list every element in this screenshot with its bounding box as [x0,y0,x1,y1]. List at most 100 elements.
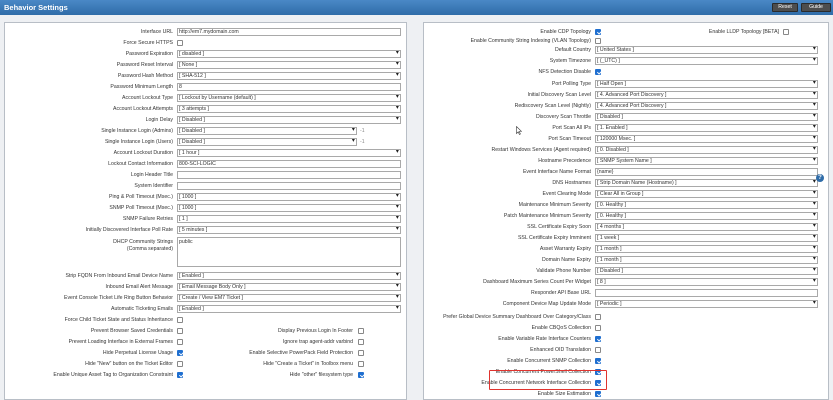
single-instance-admins-select[interactable]: [ Disabled ] [177,127,357,135]
prefer-global-summary-checkbox[interactable] [595,314,601,320]
password-reset-interval-select[interactable]: [ None ] [177,61,401,69]
default-country-select[interactable]: [ United States ] [595,46,818,54]
help-icon[interactable]: ? [816,174,824,182]
nfs-detection-disable-checkbox[interactable] [595,69,601,75]
rediscovery-scan-select[interactable]: [ 4. Advanced Port Discovery ] [595,102,818,110]
force-secure-https-checkbox[interactable] [177,40,183,46]
initial-discovery-scan-label: Initial Discovery Scan Level [527,92,591,98]
enable-variable-rate-row: Enable Variable Rate Interface Counters [424,335,828,343]
hide-new-button-checkbox[interactable] [177,361,183,367]
initial-poll-rate-row: Initially Discovered Interface Poll Rate… [5,226,405,234]
inbound-email-alert-select[interactable]: [ Email Message Body Only ] [177,283,401,291]
ignore-trap-agent-checkbox[interactable] [358,339,364,345]
hide-create-ticket-checkbox[interactable] [358,361,364,367]
auto-ticketing-emails-label: Automatic Ticketing Emails [111,306,173,312]
dhcp-community-textarea[interactable]: public [177,237,401,267]
snmp-failure-retries-select[interactable]: [ 1 ] [177,215,401,223]
port-polling-type-select[interactable]: [ Half Open ] [595,80,818,88]
ssl-expiry-imminent-select[interactable]: [ 1 week ] [595,234,818,242]
patch-maintenance-severity-select[interactable]: [ 0. Healthy ] [595,212,818,220]
dns-hostnames-select[interactable]: [ Strip Domain Name (Hostname) ] [595,179,818,187]
enhanced-oid-checkbox[interactable] [595,347,601,353]
system-identifier-label: System Identifier [134,183,173,189]
responder-api-base-url-input[interactable] [595,289,818,297]
enable-concurrent-snmp-label: Enable Concurrent SNMP Collection [507,358,591,364]
interface-url-input[interactable]: http://em7.mydomain.com [177,28,401,36]
hide-other-filesystem-label: Hide "other" filesystem type [289,372,353,378]
login-delay-row: Login Delay [ Disabled ] [5,116,405,124]
lockout-contact-input[interactable]: 800-SCI-LOGIC [177,160,401,168]
port-scan-all-ips-select[interactable]: [ 1. Enabled ] [595,124,818,132]
dashboard-max-series-select[interactable]: [ 8 ] [595,278,818,286]
ping-poll-timeout-select[interactable]: [ 1000 ] [177,193,401,201]
maintenance-min-severity-select[interactable]: [ 0. Healthy ] [595,201,818,209]
login-delay-select[interactable]: [ Disabled ] [177,116,401,124]
hide-perpetual-license-checkbox[interactable] [177,350,183,356]
login-delay-label: Login Delay [145,117,173,123]
account-lockout-type-select[interactable]: [ Lockout by Username (default) ] [177,94,401,102]
password-hash-method-label: Password Hash Method [117,73,173,79]
auto-ticketing-emails-row: Automatic Ticketing Emails [ Enabled ] [5,305,405,313]
discovery-scan-throttle-select[interactable]: [ Disabled ] [595,113,818,121]
initial-discovery-scan-select[interactable]: [ 4. Advanced Port Discovery ] [595,91,818,99]
restart-windows-services-select[interactable]: [ 0. Disabled ] [595,146,818,154]
hostname-precedence-select[interactable]: [ SNMP System Name ] [595,157,818,165]
dashboard-max-series-row: Dashboard Maximum Series Count Per Widge… [424,278,828,286]
prevent-login-external-checkbox[interactable] [177,339,183,345]
domain-name-expiry-select[interactable]: [ 1 month ] [595,256,818,264]
validate-phone-select[interactable]: [ Disabled ] [595,267,818,275]
strip-fqdn-row: Strip FQDN From Inbound Email Device Nam… [5,272,405,280]
hide-create-ticket-label: Hide "Create a Ticket" in Toolbox menu [263,361,353,367]
maintenance-min-severity-label: Maintenance Minimum Severity [518,202,591,208]
prevent-browser-credentials-checkbox[interactable] [177,328,183,334]
domain-name-expiry-label: Domain Name Expiry [541,257,591,263]
reset-button[interactable]: Reset [772,3,798,12]
interface-url-label: Interface URL [140,29,173,35]
enable-unique-asset-label: Enable Unique Asset Tag to Organization … [53,372,173,378]
account-lockout-duration-select[interactable]: [ 1 hour ] [177,149,401,157]
ssl-expiry-soon-select[interactable]: [ 4 months ] [595,223,818,231]
enable-community-vlan-checkbox[interactable] [595,38,601,44]
snmp-poll-timeout-select[interactable]: [ 1000 ] [177,204,401,212]
system-identifier-input[interactable] [177,182,401,190]
system-timezone-label: System Timezone [549,58,591,64]
single-instance-users-select[interactable]: [ Disabled ] [177,138,357,146]
system-timezone-select[interactable]: [ (_UTC) ] [595,57,818,65]
login-header-title-input[interactable] [177,171,401,179]
enable-cbqos-checkbox[interactable] [595,325,601,331]
password-hash-method-select[interactable]: [ SHA-512 ] [177,72,401,80]
force-child-ticket-checkbox[interactable] [177,317,183,323]
single-instance-users-suffix: -1 [360,139,365,145]
enable-lldp-checkbox[interactable] [783,29,789,35]
event-interface-name-format-label: Event Interface Name Format [522,169,591,175]
event-clearing-mode-select[interactable]: [ Clear All in Group ] [595,190,818,198]
event-console-ticket-select[interactable]: [ Create / View EM7 Ticket ] [177,294,401,302]
maintenance-min-severity-row: Maintenance Minimum Severity [ 0. Health… [424,201,828,209]
inbound-email-alert-label: Inbound Email Alert Message [105,284,173,290]
event-interface-name-format-input[interactable]: {name} [595,168,818,176]
enable-size-estimation-checkbox[interactable] [595,391,601,397]
component-map-update-select[interactable]: [ Periodic ] [595,300,818,308]
guide-button[interactable]: Guide [801,3,831,12]
auto-ticketing-emails-select[interactable]: [ Enabled ] [177,305,401,313]
initial-poll-rate-select[interactable]: [ 5 minutes ] [177,226,401,234]
password-reset-interval-row: Password Reset Interval [ None ] [5,61,405,69]
asset-warranty-expiry-select[interactable]: [ 1 month ] [595,245,818,253]
password-expiration-select[interactable]: [ disabled ] [177,50,401,58]
default-country-label: Default Country [554,47,591,53]
port-scan-timeout-select[interactable]: [ 120000 Msec. ] [595,135,818,143]
snmp-failure-retries-label: SNMP Failure Retries [122,216,173,222]
account-lockout-attempts-label: Account Lockout Attempts [113,106,173,112]
password-min-length-input[interactable]: 8 [177,83,401,91]
enable-selective-powerpack-checkbox[interactable] [358,350,364,356]
enable-concurrent-snmp-checkbox[interactable] [595,358,601,364]
enable-variable-rate-checkbox[interactable] [595,336,601,342]
display-prev-login-checkbox[interactable] [358,328,364,334]
port-scan-all-ips-row: Port Scan All IPs [ 1. Enabled ] [424,124,828,132]
enable-cdp-checkbox[interactable] [595,29,601,35]
account-lockout-attempts-select[interactable]: [ 3 attempts ] [177,105,401,113]
system-timezone-row: System Timezone [ (_UTC) ] [424,57,828,65]
strip-fqdn-select[interactable]: [ Enabled ] [177,272,401,280]
enable-unique-asset-checkbox[interactable] [177,372,183,378]
hide-other-filesystem-checkbox[interactable] [358,372,364,378]
